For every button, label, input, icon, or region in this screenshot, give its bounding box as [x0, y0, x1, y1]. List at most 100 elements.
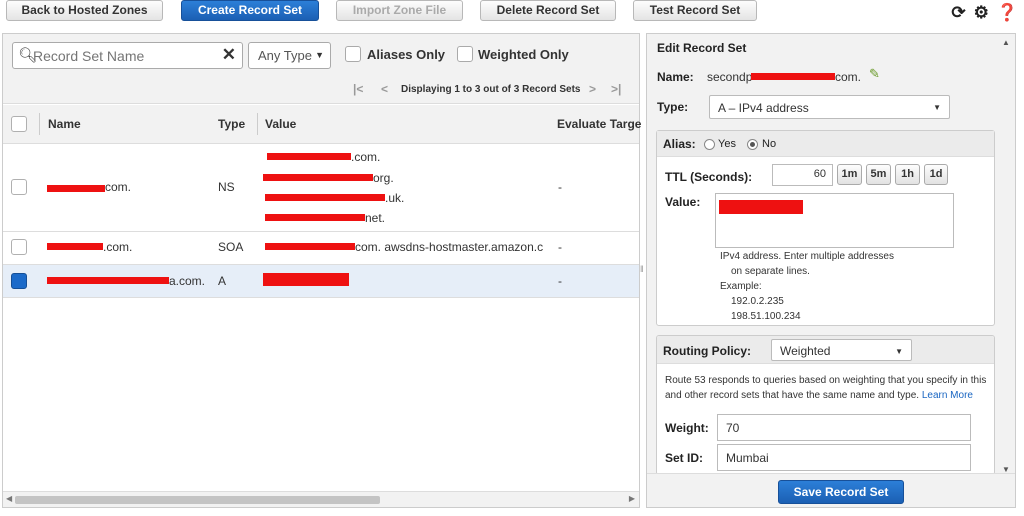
- prev-page-icon[interactable]: <: [381, 82, 388, 96]
- redacted-value: [719, 200, 803, 214]
- record-name-prefix: secondp: [707, 70, 753, 84]
- gear-icon[interactable]: ⚙: [974, 4, 989, 22]
- table-header: Name Type Value Evaluate Targe: [3, 105, 641, 144]
- value-label: Value:: [665, 195, 701, 209]
- next-page-icon[interactable]: >: [589, 82, 596, 96]
- column-header-value[interactable]: Value: [265, 117, 296, 131]
- ttl-1h-button[interactable]: 1h: [895, 164, 920, 185]
- pencil-icon[interactable]: ✎: [869, 66, 880, 82]
- select-all-checkbox[interactable]: [11, 116, 27, 132]
- top-icons: ⟳ ⚙ ❓: [951, 4, 1018, 22]
- row-checkbox[interactable]: [11, 273, 27, 289]
- first-page-icon[interactable]: |<: [353, 82, 363, 96]
- routing-policy-select[interactable]: Weighted ▼: [771, 339, 912, 361]
- last-page-icon[interactable]: >|: [611, 82, 621, 96]
- record-settings-box: Alias: Yes No TTL (Seconds): 60 1m 5m 1h…: [656, 130, 995, 326]
- redacted-name: [47, 243, 103, 250]
- alias-header: Alias: Yes No: [657, 131, 994, 157]
- refresh-icon[interactable]: ⟳: [951, 4, 965, 22]
- toolbar: Back to Hosted Zones Create Record Set I…: [0, 0, 1024, 30]
- alias-no-label: No: [762, 138, 777, 150]
- alias-yes-radio[interactable]: [704, 139, 715, 150]
- column-header-type[interactable]: Type: [218, 117, 245, 131]
- alias-no-radio[interactable]: [747, 139, 758, 150]
- routing-policy-label: Routing Policy:: [663, 344, 751, 358]
- redacted-name: [47, 277, 169, 284]
- clear-search-icon[interactable]: ✕: [222, 45, 236, 65]
- column-header-evaluate-target[interactable]: Evaluate Targe: [557, 117, 641, 131]
- scroll-left-icon[interactable]: ◀: [6, 494, 12, 503]
- table-row[interactable]: com. NS .com. org. .uk. net. -: [3, 145, 639, 232]
- redacted-value: [263, 273, 349, 286]
- ttl-input[interactable]: 60: [772, 164, 833, 186]
- scroll-right-icon[interactable]: ▶: [629, 494, 635, 503]
- back-to-hosted-zones-button[interactable]: Back to Hosted Zones: [6, 0, 163, 21]
- chevron-down-icon: ▼: [895, 347, 903, 356]
- save-record-set-button[interactable]: Save Record Set: [778, 480, 904, 504]
- scroll-up-icon[interactable]: ▲: [1002, 38, 1010, 47]
- record-type: NS: [218, 180, 235, 194]
- redacted-name: [47, 185, 105, 192]
- redacted-value: [265, 194, 385, 201]
- ttl-5m-button[interactable]: 5m: [866, 164, 891, 185]
- redacted-value: [265, 214, 365, 221]
- weight-input[interactable]: 70: [717, 414, 971, 441]
- record-type: SOA: [218, 240, 244, 254]
- value-textarea[interactable]: [715, 193, 954, 248]
- table-row[interactable]: a.com. A -: [3, 265, 639, 298]
- evaluate-target-value: -: [558, 180, 562, 194]
- weighted-only-checkbox[interactable]: [457, 46, 473, 62]
- scrollbar-thumb[interactable]: [15, 496, 380, 504]
- routing-help-text: Route 53 responds to queries based on we…: [665, 375, 987, 401]
- pagination-text: Displaying 1 to 3 out of 3 Record Sets: [401, 84, 581, 95]
- record-name: .com.: [103, 240, 133, 254]
- create-record-set-button[interactable]: Create Record Set: [181, 0, 319, 21]
- aliases-only-label: Aliases Only: [367, 47, 446, 62]
- type-select[interactable]: A – IPv4 address ▼: [709, 95, 950, 119]
- type-select-value: A – IPv4 address: [718, 101, 809, 115]
- table-row[interactable]: .com. SOA com. awsdns-hostmaster.amazon.…: [3, 232, 639, 265]
- evaluate-target-value: -: [558, 240, 562, 254]
- redacted-name: [751, 73, 835, 80]
- row-checkbox[interactable]: [11, 239, 27, 255]
- delete-record-set-button[interactable]: Delete Record Set: [480, 0, 616, 21]
- weighted-only-label: Weighted Only: [478, 47, 569, 62]
- horizontal-scrollbar[interactable]: ◀ ▶: [3, 491, 639, 507]
- weight-label: Weight:: [665, 421, 709, 435]
- help-icon[interactable]: ❓: [997, 4, 1018, 22]
- routing-box: Routing Policy: Weighted ▼ Route 53 resp…: [656, 335, 995, 475]
- search-box[interactable]: 🔍︎ ✕: [12, 42, 243, 69]
- edit-record-set-panel: Edit Record Set Name: secondp com. ✎ Typ…: [646, 33, 1016, 508]
- test-record-set-button[interactable]: Test Record Set: [633, 0, 757, 21]
- record-value: org.: [373, 171, 394, 185]
- search-input[interactable]: [33, 46, 223, 65]
- name-label: Name:: [657, 70, 694, 84]
- alias-label: Alias:: [663, 137, 696, 151]
- ttl-1d-button[interactable]: 1d: [924, 164, 948, 185]
- type-filter-select[interactable]: Any Type ▼: [248, 42, 331, 69]
- aliases-only-checkbox[interactable]: [345, 46, 361, 62]
- record-value: .uk.: [385, 191, 405, 205]
- import-zone-file-button[interactable]: Import Zone File: [336, 0, 463, 21]
- ttl-label: TTL (Seconds):: [665, 170, 753, 184]
- redacted-value: [265, 243, 355, 250]
- vertical-scrollbar[interactable]: ▲ ▼: [1000, 38, 1014, 474]
- chevron-down-icon: ▼: [933, 103, 941, 112]
- routing-header: Routing Policy: Weighted ▼: [657, 336, 994, 364]
- record-value: com. awsdns-hostmaster.amazon.c: [355, 240, 544, 254]
- row-checkbox[interactable]: [11, 179, 27, 195]
- routing-policy-value: Weighted: [780, 344, 831, 358]
- set-id-input[interactable]: Mumbai: [717, 444, 971, 471]
- learn-more-link[interactable]: Learn More: [922, 390, 973, 401]
- pagination: |< < Displaying 1 to 3 out of 3 Record S…: [353, 82, 639, 98]
- pane-splitter[interactable]: ‖: [640, 264, 644, 274]
- panel-footer: Save Record Set: [647, 473, 1015, 507]
- column-header-name[interactable]: Name: [48, 117, 81, 131]
- column-divider: [257, 113, 258, 135]
- record-name-suffix: com.: [835, 70, 862, 84]
- record-name: a.com.: [169, 274, 206, 288]
- record-value: net.: [365, 211, 386, 225]
- panel-title: Edit Record Set: [657, 41, 747, 55]
- ttl-1m-button[interactable]: 1m: [837, 164, 862, 185]
- column-divider: [39, 113, 40, 135]
